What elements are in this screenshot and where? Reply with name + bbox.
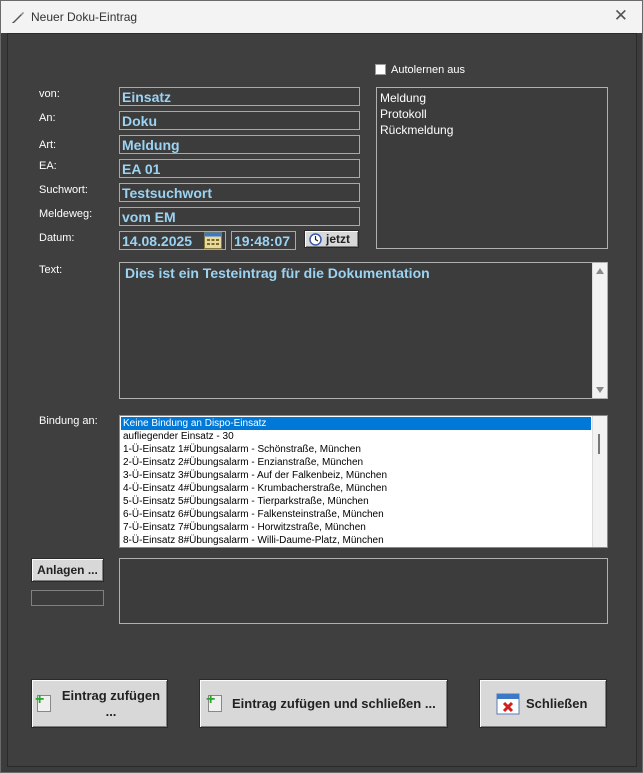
art-option[interactable]: Rückmeldung <box>380 122 607 138</box>
autolearn-label: Autolernen aus <box>391 64 465 76</box>
scroll-thumb[interactable] <box>598 434 600 454</box>
plus-icon: + <box>206 691 216 708</box>
autolearn-checkbox[interactable] <box>375 64 386 75</box>
bindung-list-item[interactable]: 7-Ü-Einsatz 7#Übungsalarm - Horwitzstraß… <box>121 521 591 534</box>
meldeweg-field[interactable]: vom EM <box>119 207 360 226</box>
text-area[interactable]: Dies ist ein Testeintrag für die Dokumen… <box>119 262 608 399</box>
art-field[interactable]: Meldung <box>119 135 360 154</box>
anlagen-progress <box>31 590 104 606</box>
dialog-body: von: An: Art: EA: Suchwort: Meldeweg: Da… <box>7 33 637 767</box>
ea-field[interactable]: EA 01 <box>119 159 360 178</box>
bindung-list-item[interactable]: 1-Ü-Einsatz 1#Übungsalarm - Schönstraße,… <box>121 443 591 456</box>
art-option[interactable]: Protokoll <box>380 106 607 122</box>
ea-label: EA: <box>39 160 57 172</box>
anlagen-button[interactable]: Anlagen ... <box>31 558 104 582</box>
close-icon[interactable]: ✕ <box>614 6 628 26</box>
bindung-list-item[interactable]: 4-Ü-Einsatz 4#Übungsalarm - Krumbacherst… <box>121 482 591 495</box>
bindung-list-item[interactable]: 6-Ü-Einsatz 6#Übungsalarm - Falkensteins… <box>121 508 591 521</box>
plus-icon: + <box>35 691 45 708</box>
bindung-scrollbar[interactable] <box>592 416 607 547</box>
bindung-list[interactable]: Keine Bindung an Dispo-Einsatz aufliegend… <box>119 415 608 548</box>
add-close-label: Eintrag zufügen und schließen ... <box>232 696 436 711</box>
bindung-list-item[interactable]: 2-Ü-Einsatz 2#Übungsalarm - Enzianstraße… <box>121 456 591 469</box>
suchwort-label: Suchwort: <box>39 184 88 196</box>
text-label: Text: <box>39 264 63 276</box>
bindung-list-item[interactable]: 8-Ü-Einsatz 8#Übungsalarm - Willi-Daume-… <box>121 534 591 547</box>
title-bar: Neuer Doku-Eintrag ✕ <box>1 1 642 33</box>
close-button[interactable]: Schließen <box>479 679 607 728</box>
add-entry-label: Eintrag zufügen ... <box>61 688 161 719</box>
dialog-window: Neuer Doku-Eintrag ✕ von: An: Art: EA: S… <box>0 0 643 773</box>
von-label: von: <box>39 88 60 100</box>
bindung-list-item[interactable]: 5-Ü-Einsatz 5#Übungsalarm - Tierparkstra… <box>121 495 591 508</box>
suchwort-field[interactable]: Testsuchwort <box>119 183 360 202</box>
time-field[interactable]: 19:48:07 <box>231 231 296 250</box>
scroll-up-icon[interactable] <box>596 268 604 274</box>
calendar-icon[interactable] <box>204 232 222 249</box>
anlagen-list[interactable] <box>119 558 608 624</box>
art-option[interactable]: Meldung <box>380 90 607 106</box>
datum-label: Datum: <box>39 232 75 244</box>
now-button-label: jetzt <box>326 232 350 246</box>
von-field[interactable]: Einsatz <box>119 87 360 106</box>
scroll-down-icon[interactable] <box>596 387 604 393</box>
bindung-list-item[interactable]: Keine Bindung an Dispo-Einsatz <box>121 417 591 430</box>
pen-icon <box>12 12 24 23</box>
art-options-list[interactable]: Meldung Protokoll Rückmeldung <box>376 87 608 249</box>
add-entry-button[interactable]: + Eintrag zufügen ... <box>31 679 168 728</box>
add-close-button[interactable]: + Eintrag zufügen und schließen ... <box>199 679 448 728</box>
now-button[interactable]: jetzt <box>304 230 359 248</box>
close-button-label: Schließen <box>526 696 588 711</box>
an-label: An: <box>39 112 56 124</box>
bindung-list-item[interactable]: 3-Ü-Einsatz 3#Übungsalarm - Auf der Falk… <box>121 469 591 482</box>
close-window-icon <box>496 693 520 715</box>
meldeweg-label: Meldeweg: <box>39 208 93 220</box>
an-field[interactable]: Doku <box>119 111 360 130</box>
clock-icon <box>309 233 322 246</box>
art-label: Art: <box>39 139 57 151</box>
text-content: Dies ist ein Testeintrag für die Dokumen… <box>125 265 430 281</box>
bindung-list-item[interactable]: aufliegender Einsatz - 30 <box>121 430 591 443</box>
bindung-label: Bindung an: <box>39 415 98 427</box>
text-scrollbar[interactable] <box>592 263 607 398</box>
window-title: Neuer Doku-Eintrag <box>31 10 138 24</box>
